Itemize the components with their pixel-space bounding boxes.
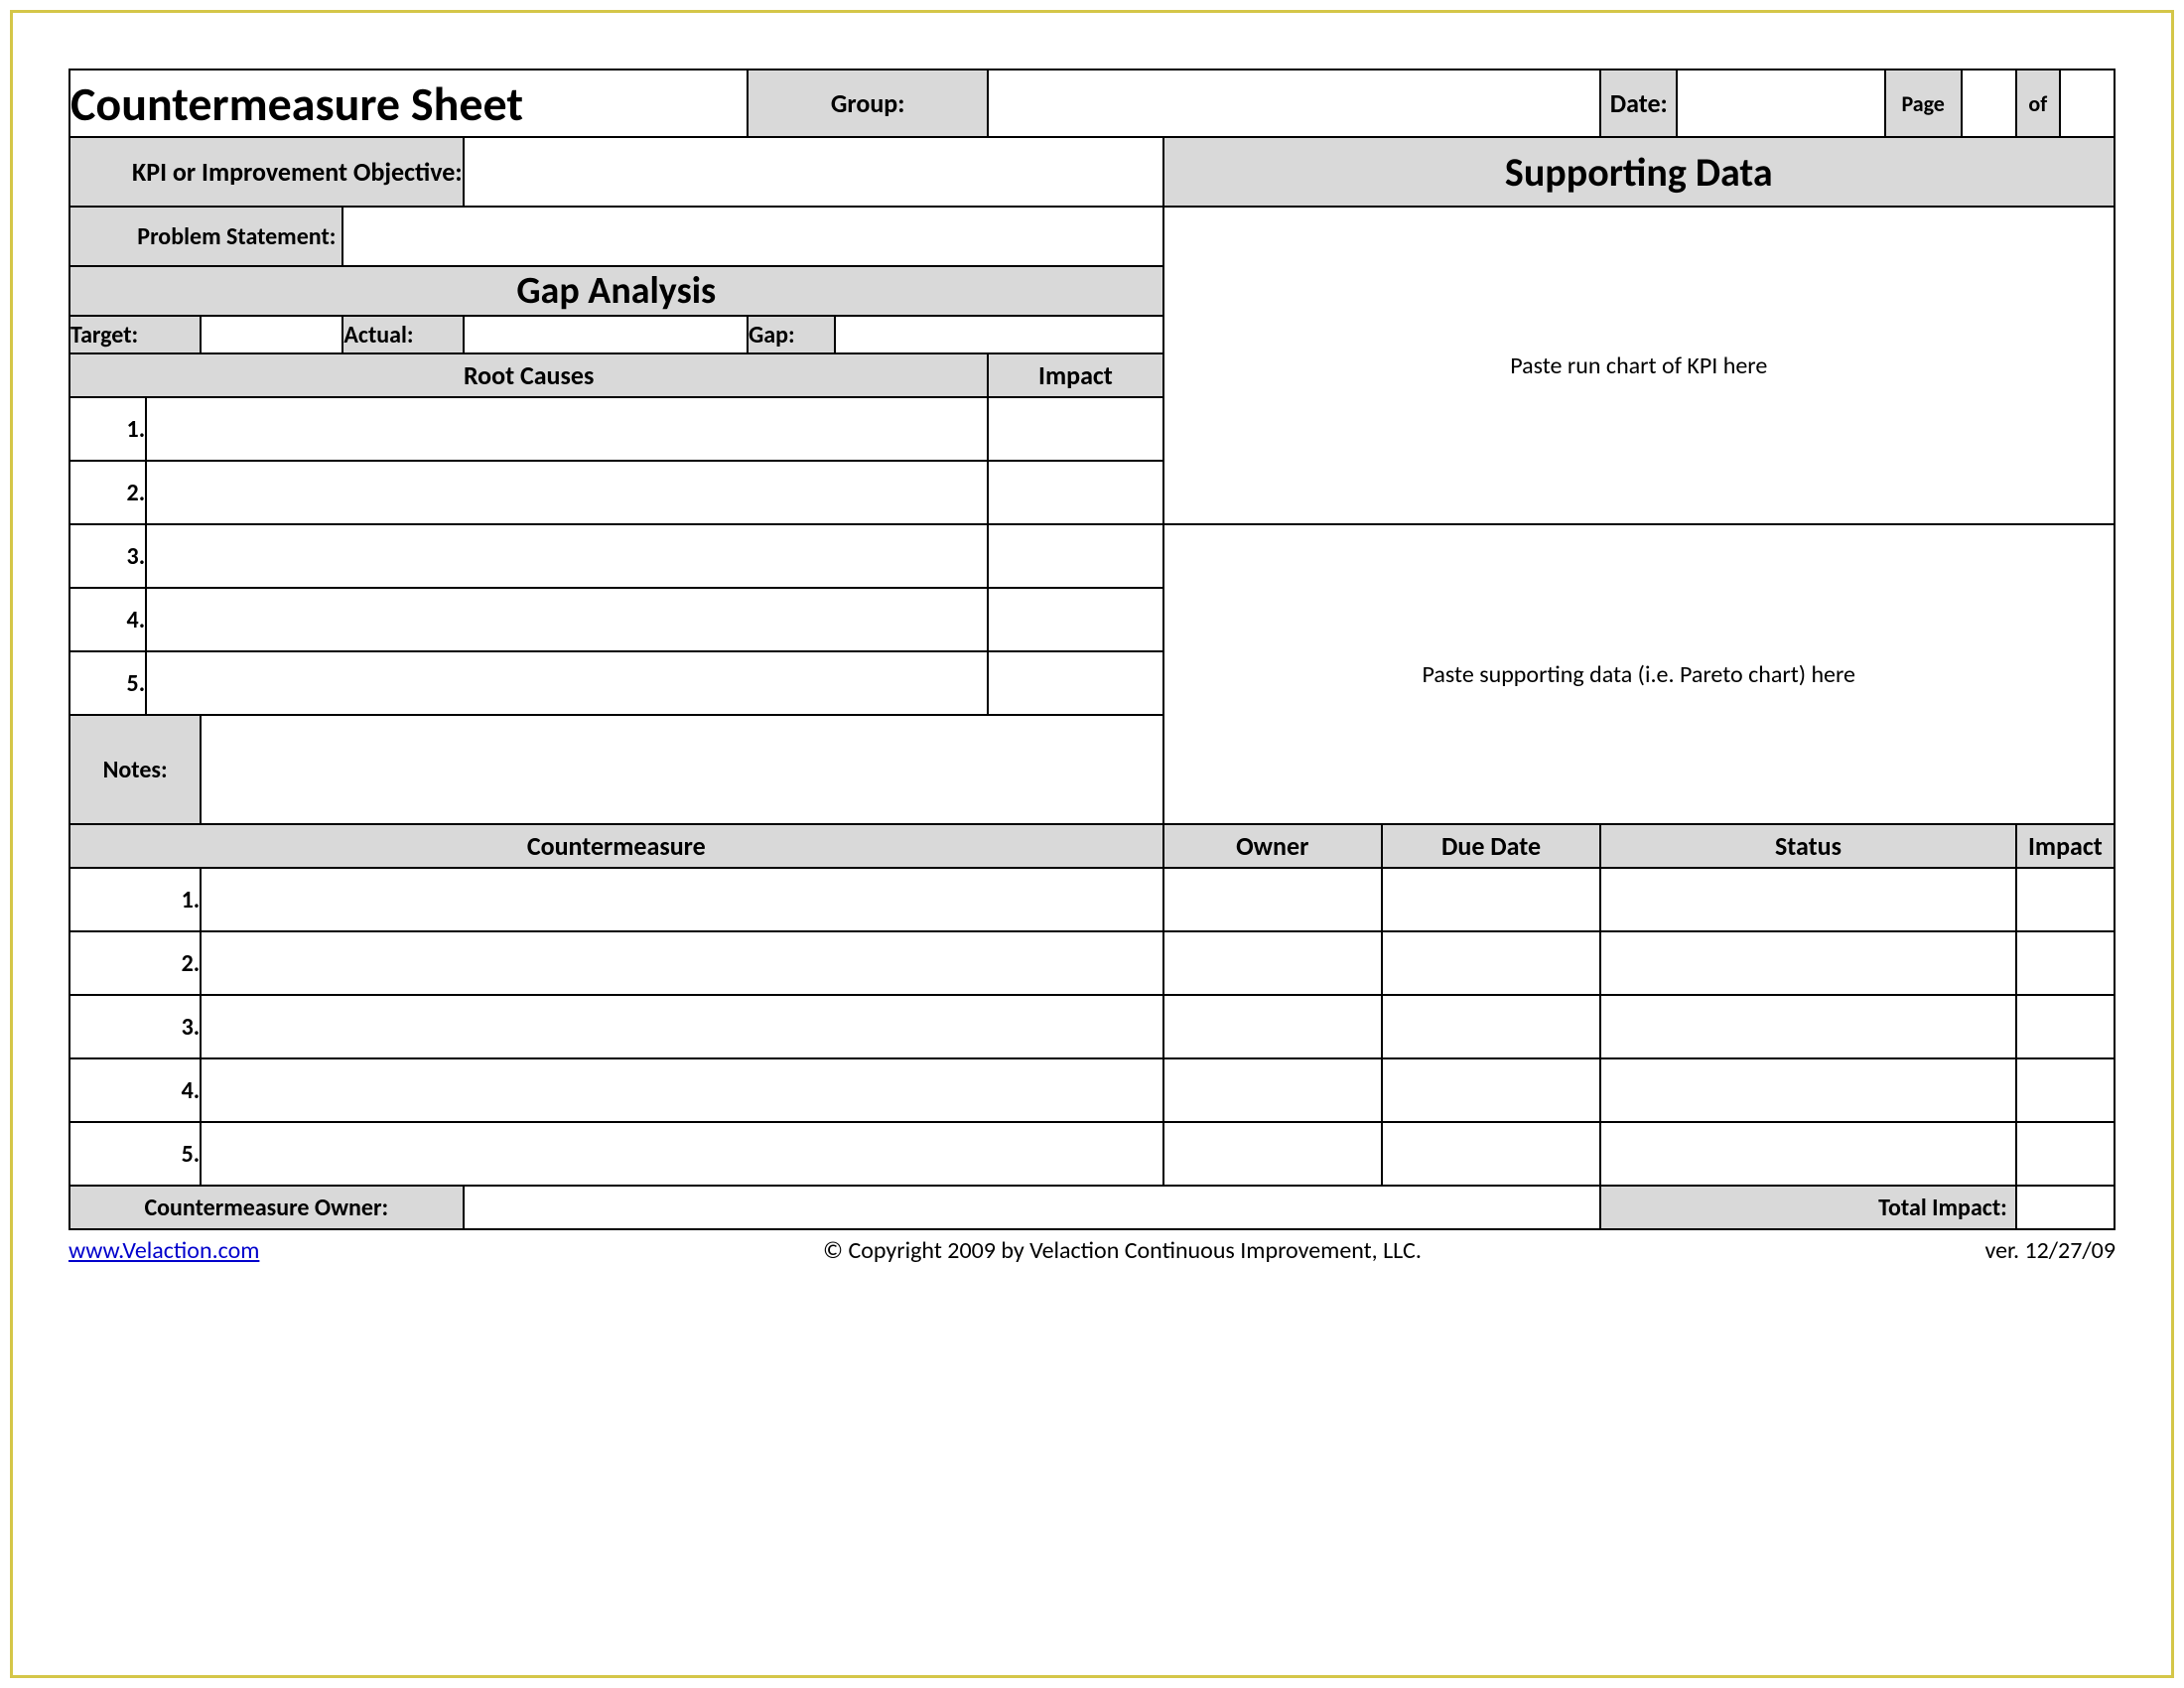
- total-impact-input[interactable]: [2016, 1186, 2115, 1229]
- root-cause-input[interactable]: [146, 651, 988, 715]
- due-date-header: Due Date: [1382, 824, 1600, 868]
- notes-label: Notes:: [69, 715, 201, 824]
- root-cause-input[interactable]: [146, 397, 988, 461]
- root-cause-input[interactable]: [146, 588, 988, 651]
- group-input[interactable]: [988, 70, 1600, 137]
- owner-header: Owner: [1163, 824, 1382, 868]
- of-label: of: [2016, 70, 2060, 137]
- notes-input[interactable]: [201, 715, 1162, 824]
- root-impact-input[interactable]: [988, 461, 1162, 524]
- date-label: Date:: [1600, 70, 1677, 137]
- velaction-link[interactable]: www.Velaction.com: [68, 1236, 259, 1265]
- cm-status-input[interactable]: [1600, 931, 2016, 995]
- status-header: Status: [1600, 824, 2016, 868]
- cm-status-input[interactable]: [1600, 868, 2016, 931]
- root-impact-header: Impact: [988, 353, 1162, 397]
- cm-row-num: 4.: [69, 1058, 201, 1122]
- version-text: ver. 12/27/09: [1984, 1236, 2116, 1265]
- cm-impact-input[interactable]: [2016, 931, 2115, 995]
- gap-label: Gap:: [748, 316, 835, 353]
- root-cause-input[interactable]: [146, 461, 988, 524]
- cm-status-input[interactable]: [1600, 1058, 2016, 1122]
- cm-due-input[interactable]: [1382, 931, 1600, 995]
- total-impact-label: Total Impact:: [1600, 1186, 2016, 1229]
- root-row-num: 5.: [69, 651, 146, 715]
- root-impact-input[interactable]: [988, 524, 1162, 588]
- cm-impact-input[interactable]: [2016, 995, 2115, 1058]
- supporting-data-header: Supporting Data: [1163, 137, 2115, 207]
- cm-input[interactable]: [201, 1058, 1162, 1122]
- cm-owner-value-input[interactable]: [464, 1186, 1601, 1229]
- cm-due-input[interactable]: [1382, 1058, 1600, 1122]
- cm-owner-label: Countermeasure Owner:: [69, 1186, 464, 1229]
- cm-due-input[interactable]: [1382, 1122, 1600, 1186]
- footer: www.Velaction.com © Copyright 2009 by Ve…: [68, 1230, 2116, 1265]
- cm-row-num: 1.: [69, 868, 201, 931]
- supporting-chart-area[interactable]: Paste supporting data (i.e. Pareto chart…: [1163, 524, 2115, 824]
- root-row-num: 1.: [69, 397, 146, 461]
- actual-input[interactable]: [464, 316, 748, 353]
- root-row-num: 3.: [69, 524, 146, 588]
- of-input[interactable]: [2060, 70, 2115, 137]
- copyright-text: © Copyright 2009 by Velaction Continuous…: [823, 1236, 1422, 1265]
- cm-owner-input[interactable]: [1163, 1058, 1382, 1122]
- page-label: Page: [1885, 70, 1962, 137]
- cm-owner-input[interactable]: [1163, 931, 1382, 995]
- sheet-title: Countermeasure Sheet: [69, 70, 748, 137]
- cm-input[interactable]: [201, 995, 1162, 1058]
- problem-label: Problem Statement:: [69, 207, 342, 266]
- countermeasure-header: Countermeasure: [69, 824, 1163, 868]
- target-input[interactable]: [201, 316, 342, 353]
- root-row-num: 2.: [69, 461, 146, 524]
- cm-due-input[interactable]: [1382, 995, 1600, 1058]
- cm-owner-input[interactable]: [1163, 1122, 1382, 1186]
- cm-row-num: 3.: [69, 995, 201, 1058]
- actual-label: Actual:: [342, 316, 463, 353]
- cm-row-num: 2.: [69, 931, 201, 995]
- gap-analysis-header: Gap Analysis: [69, 266, 1163, 316]
- target-label: Target:: [69, 316, 201, 353]
- kpi-input[interactable]: [464, 137, 1163, 207]
- root-row-num: 4.: [69, 588, 146, 651]
- cm-status-input[interactable]: [1600, 995, 2016, 1058]
- run-chart-area[interactable]: Paste run chart of KPI here: [1163, 207, 2115, 524]
- kpi-label: KPI or Improvement Objective:: [69, 137, 464, 207]
- root-causes-header: Root Causes: [69, 353, 988, 397]
- root-impact-input[interactable]: [988, 397, 1162, 461]
- cm-due-input[interactable]: [1382, 868, 1600, 931]
- page-input[interactable]: [1962, 70, 2016, 137]
- cm-impact-input[interactable]: [2016, 868, 2115, 931]
- cm-impact-input[interactable]: [2016, 1058, 2115, 1122]
- problem-input[interactable]: [342, 207, 1162, 266]
- cm-status-input[interactable]: [1600, 1122, 2016, 1186]
- countermeasure-sheet: Countermeasure Sheet Group: Date: Page o…: [68, 69, 2116, 1230]
- cm-input[interactable]: [201, 868, 1162, 931]
- date-input[interactable]: [1677, 70, 1884, 137]
- cm-impact-input[interactable]: [2016, 1122, 2115, 1186]
- cm-input[interactable]: [201, 1122, 1162, 1186]
- cm-owner-input[interactable]: [1163, 995, 1382, 1058]
- cm-row-num: 5.: [69, 1122, 201, 1186]
- cm-input[interactable]: [201, 931, 1162, 995]
- root-cause-input[interactable]: [146, 524, 988, 588]
- root-impact-input[interactable]: [988, 651, 1162, 715]
- cm-owner-input[interactable]: [1163, 868, 1382, 931]
- cm-impact-header: Impact: [2016, 824, 2115, 868]
- gap-input[interactable]: [835, 316, 1162, 353]
- root-impact-input[interactable]: [988, 588, 1162, 651]
- group-label: Group:: [748, 70, 988, 137]
